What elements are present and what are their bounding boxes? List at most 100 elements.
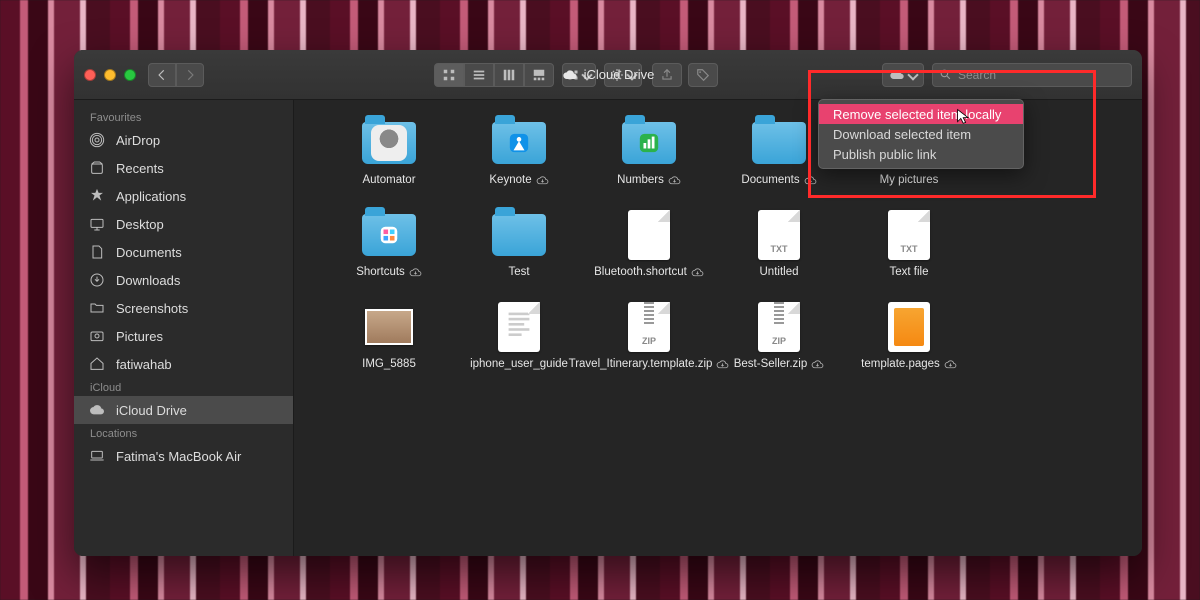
file-label: Test — [508, 266, 529, 280]
zip-archive-icon: ZIP — [628, 302, 670, 352]
sidebar-item-label: Desktop — [116, 217, 164, 232]
sidebar-item-label: iCloud Drive — [116, 403, 187, 418]
cloud-download-icon — [668, 174, 681, 187]
recents-icon — [89, 160, 105, 176]
file-label: Untitled — [760, 266, 799, 280]
cloud-icon — [889, 67, 905, 83]
sidebar-item-label: Fatima's MacBook Air — [116, 449, 241, 464]
file-item[interactable]: Shortcuts — [324, 210, 454, 280]
file-item[interactable]: TXT Text file — [844, 210, 974, 280]
file-item[interactable]: IMG_5885 — [324, 302, 454, 372]
file-item[interactable]: ZIPTravel_Itinerary.template.zip — [584, 302, 714, 372]
zoom-window-button[interactable] — [124, 69, 136, 81]
sidebar-item-pictures[interactable]: Pictures — [74, 322, 293, 350]
view-mode-segmented — [434, 63, 554, 87]
sidebar-item-icloud-drive[interactable]: iCloud Drive — [74, 396, 293, 424]
search-field[interactable] — [932, 63, 1132, 87]
back-button[interactable] — [148, 63, 176, 87]
file-item[interactable]: template.pages — [844, 302, 974, 372]
file-label: Travel_Itinerary.template.zip — [569, 358, 713, 372]
gallery-view-button[interactable] — [524, 63, 554, 87]
folder-icon — [622, 122, 676, 164]
chevron-down-icon — [626, 69, 637, 80]
sidebar-section-icloud: iCloud — [74, 378, 293, 396]
chevron-down-icon — [581, 69, 592, 80]
tags-button[interactable] — [688, 63, 718, 87]
group-by-dropdown[interactable] — [562, 63, 596, 87]
sidebar-item-airdrop[interactable]: AirDrop — [74, 126, 293, 154]
chevron-down-icon — [907, 69, 918, 80]
menu-item-remove-local[interactable]: Remove selected item locally — [819, 104, 1023, 124]
search-input[interactable] — [958, 68, 1125, 82]
sidebar-item-recents[interactable]: Recents — [74, 154, 293, 182]
file-item[interactable]: Automator — [324, 118, 454, 188]
file-label: My pictures — [880, 174, 939, 188]
automator-app-icon — [371, 125, 407, 161]
sidebar-item-label: fatiwahab — [116, 357, 172, 372]
cloud-download-icon — [944, 358, 957, 371]
folder-icon — [89, 300, 105, 316]
sidebar-item-desktop[interactable]: Desktop — [74, 210, 293, 238]
file-item[interactable]: iphone_user_guide — [454, 302, 584, 372]
sidebar-item-home[interactable]: fatiwahab — [74, 350, 293, 378]
file-label: iphone_user_guide — [470, 358, 568, 372]
share-button[interactable] — [652, 63, 682, 87]
file-item[interactable]: ZIPBest-Seller.zip — [714, 302, 844, 372]
cloud-icon — [89, 402, 105, 418]
file-label: Bluetooth.shortcut — [594, 266, 687, 280]
file-item[interactable]: TXT Untitled — [714, 210, 844, 280]
file-item[interactable]: Keynote — [454, 118, 584, 188]
file-label: Text file — [890, 266, 929, 280]
file-label: Shortcuts — [356, 266, 405, 280]
file-label: Keynote — [489, 174, 531, 188]
sidebar-item-label: Recents — [116, 161, 164, 176]
minimize-window-button[interactable] — [104, 69, 116, 81]
sidebar-item-label: Downloads — [116, 273, 180, 288]
sidebar-item-applications[interactable]: Applications — [74, 182, 293, 210]
downloads-icon — [89, 272, 105, 288]
text-document-icon: TXT — [888, 210, 930, 260]
sidebar-item-macbook[interactable]: Fatima's MacBook Air — [74, 442, 293, 470]
photo-thumbnail-icon — [365, 309, 413, 345]
close-window-button[interactable] — [84, 69, 96, 81]
cloud-download-icon — [804, 174, 817, 187]
laptop-icon — [89, 448, 105, 464]
nav-arrows — [148, 63, 204, 87]
action-gear-dropdown[interactable] — [604, 63, 642, 87]
home-icon — [89, 356, 105, 372]
sidebar-item-label: Documents — [116, 245, 182, 260]
folder-icon — [752, 122, 806, 164]
airdrop-icon — [89, 132, 105, 148]
text-document-icon: TXT — [758, 210, 800, 260]
sidebar-item-downloads[interactable]: Downloads — [74, 266, 293, 294]
icloud-actions-dropdown[interactable] — [882, 63, 924, 87]
document-icon — [628, 210, 670, 260]
sidebar-item-documents[interactable]: Documents — [74, 238, 293, 266]
cloud-download-icon — [691, 266, 704, 279]
pictures-icon — [89, 328, 105, 344]
file-item[interactable]: Numbers — [584, 118, 714, 188]
menu-item-publish-link[interactable]: Publish public link — [819, 144, 1023, 164]
mouse-cursor — [956, 108, 972, 127]
document-icon — [498, 302, 540, 352]
column-view-button[interactable] — [494, 63, 524, 87]
file-item[interactable]: Bluetooth.shortcut — [584, 210, 714, 280]
cloud-download-icon — [811, 358, 824, 371]
file-label: Numbers — [617, 174, 664, 188]
menu-item-download[interactable]: Download selected item — [819, 124, 1023, 144]
icon-view-button[interactable] — [434, 63, 464, 87]
search-icon — [939, 68, 952, 81]
folder-icon — [492, 122, 546, 164]
file-label: IMG_5885 — [362, 358, 416, 372]
file-item[interactable]: Test — [454, 210, 584, 280]
sidebar-item-label: Screenshots — [116, 301, 188, 316]
cloud-download-icon — [536, 174, 549, 187]
cloud-download-icon — [716, 358, 729, 371]
list-view-button[interactable] — [464, 63, 494, 87]
sidebar-item-screenshots[interactable]: Screenshots — [74, 294, 293, 322]
documents-icon — [89, 244, 105, 260]
cloud-download-icon — [409, 266, 422, 279]
forward-button[interactable] — [176, 63, 204, 87]
titlebar: iCloud Drive — [74, 50, 1142, 100]
file-label: Best-Seller.zip — [734, 358, 808, 372]
